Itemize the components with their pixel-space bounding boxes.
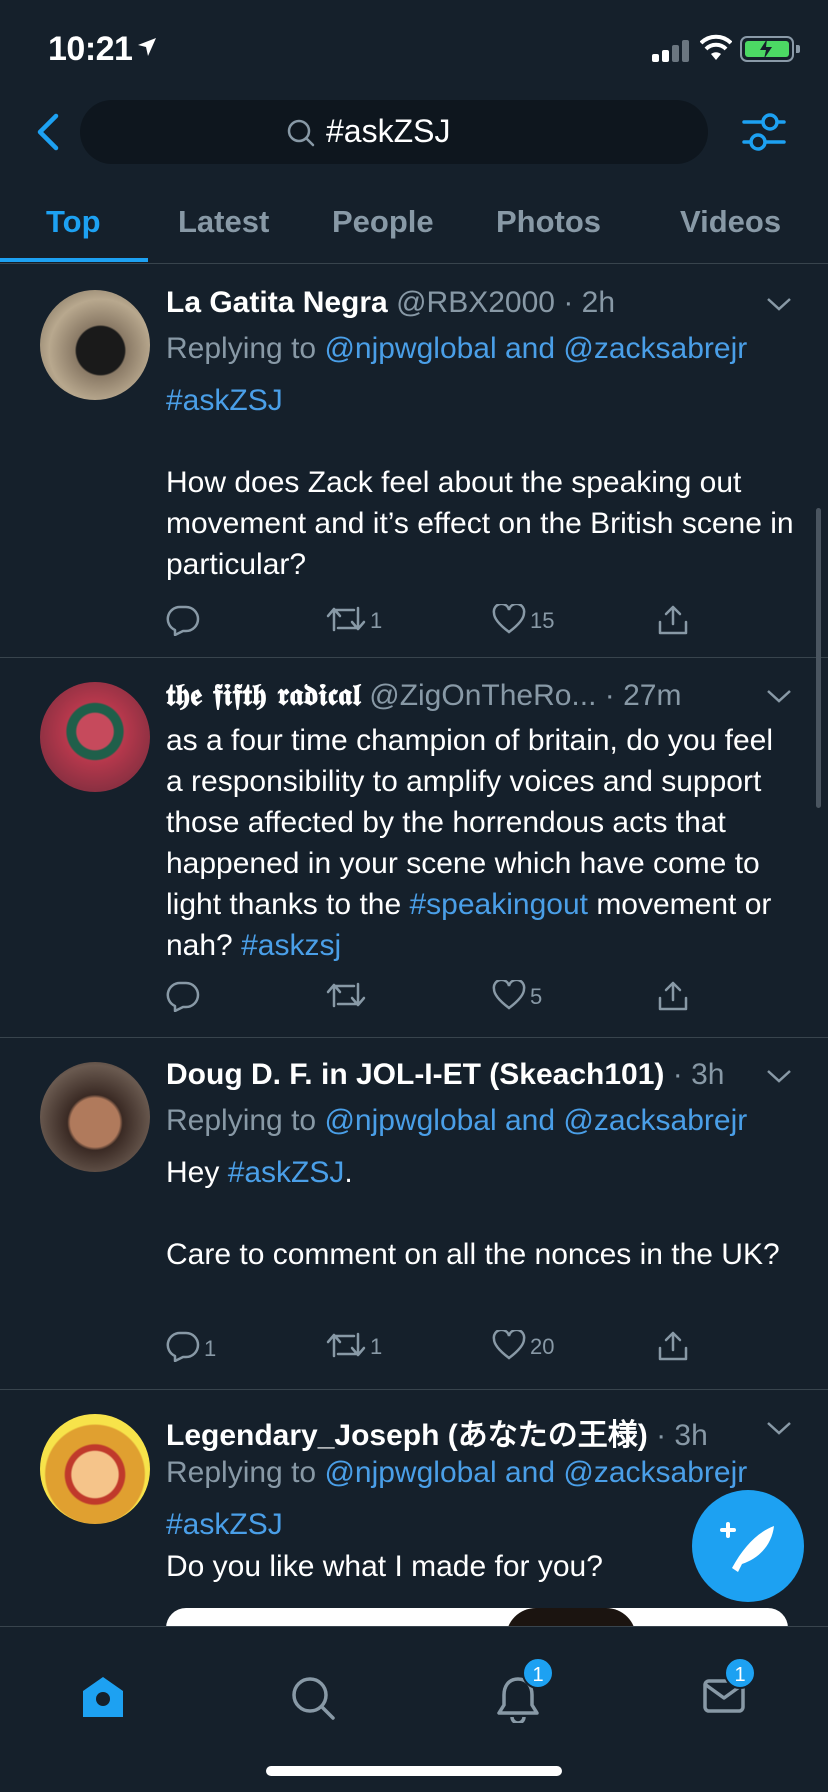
avatar[interactable]: [40, 1414, 150, 1524]
reply-button[interactable]: [166, 604, 204, 636]
chevron-down-icon[interactable]: [764, 686, 794, 706]
like-count: 5: [530, 984, 543, 1009]
author-name[interactable]: Doug D. F. in JOL-I-ET (Skeach101): [166, 1058, 664, 1091]
tweet-text-part: .: [344, 1156, 353, 1189]
status-bar: 10:21: [0, 0, 828, 96]
like-button[interactable]: 20: [492, 1330, 554, 1360]
tab-photos[interactable]: Photos: [496, 204, 601, 240]
wifi-icon: [700, 34, 732, 60]
location-arrow-icon: [138, 38, 156, 56]
share-button[interactable]: [656, 980, 690, 1012]
battery-icon: [740, 36, 800, 62]
compose-quill-icon: [720, 1522, 774, 1572]
tweet-time: · 2h: [563, 286, 616, 319]
retweet-icon: [326, 1332, 366, 1358]
chevron-down-icon[interactable]: [764, 1418, 794, 1438]
compose-tweet-button[interactable]: [692, 1490, 804, 1602]
tweet-time: · 3h: [672, 1058, 725, 1091]
replying-to-link[interactable]: @njpwglobal and @zacksabrejr: [324, 1104, 747, 1137]
hashtag-link[interactable]: #askzsj: [241, 929, 341, 962]
retweet-button[interactable]: 1: [326, 604, 382, 634]
search-icon[interactable]: [290, 1675, 336, 1721]
tab-top[interactable]: Top: [46, 204, 101, 240]
avatar[interactable]: [40, 290, 150, 400]
reply-icon: [166, 981, 200, 1012]
hashtag-link[interactable]: #askZSJ: [228, 1156, 345, 1189]
reply-icon: [166, 605, 200, 636]
replying-to-link[interactable]: @njpwglobal and @zacksabrejr: [324, 332, 747, 365]
notifications-badge: 1: [522, 1657, 554, 1689]
reply-icon: [166, 1331, 200, 1362]
tab-people[interactable]: People: [332, 204, 434, 240]
replying-prefix: Replying to: [166, 1104, 325, 1137]
notifications-tab[interactable]: 1: [496, 1657, 554, 1725]
active-tab-indicator: [0, 258, 148, 262]
author-name[interactable]: La Gatita Negra: [166, 286, 388, 319]
back-arrow-icon[interactable]: [30, 110, 70, 154]
heart-icon: [492, 604, 526, 634]
scroll-indicator: [816, 508, 821, 808]
reply-button[interactable]: [166, 980, 204, 1012]
tweet-time: · 27m: [604, 679, 682, 712]
cellular-signal-icon: [652, 38, 690, 62]
tab-videos[interactable]: Videos: [680, 204, 781, 240]
hashtag-link[interactable]: #speakingout: [410, 888, 588, 921]
heart-icon: [492, 1330, 526, 1360]
tweet[interactable]: Doug D. F. in JOL-I-ET (Skeach101) · 3h …: [0, 1038, 828, 1390]
like-count: 20: [530, 1334, 555, 1359]
tweet-text: How does Zack feel about the speaking ou…: [166, 466, 794, 581]
reply-count: 1: [204, 1336, 217, 1361]
status-time: 10:21: [48, 30, 133, 68]
author-handle[interactable]: @ZigOnTheRo...: [369, 679, 596, 712]
share-icon: [658, 605, 688, 635]
tweet-text: as a four time champion of britain, do y…: [166, 720, 796, 966]
reply-button[interactable]: 1: [166, 1330, 216, 1362]
tweet-time: · 3h: [656, 1419, 708, 1452]
home-indicator: [266, 1766, 562, 1776]
hashtag-link[interactable]: #askZSJ: [166, 384, 283, 417]
tweet-text-part: Hey: [166, 1156, 228, 1189]
search-icon: [287, 119, 315, 147]
retweet-button[interactable]: [326, 980, 370, 1010]
heart-icon: [492, 980, 526, 1010]
replying-prefix: Replying to: [166, 1456, 325, 1489]
replying-prefix: Replying to: [166, 332, 325, 365]
author-name[interactable]: 𝖙𝖍𝖊 𝖋𝖎𝖋𝖙𝖍 𝖗𝖆𝖉𝖎𝖈𝖆𝖑: [166, 678, 361, 713]
author-name[interactable]: Legendary_Joseph (あなたの王様): [166, 1419, 648, 1452]
author-handle[interactable]: @RBX2000: [396, 286, 555, 319]
share-button[interactable]: [656, 604, 690, 636]
avatar[interactable]: [40, 1062, 150, 1172]
retweet-icon: [326, 982, 366, 1008]
share-button[interactable]: [656, 1330, 690, 1362]
search-tabs: Top Latest People Photos Videos: [0, 196, 828, 264]
tweet[interactable]: La Gatita Negra @RBX2000 · 2h Replying t…: [0, 266, 828, 658]
like-button[interactable]: 5: [492, 980, 542, 1010]
chevron-down-icon[interactable]: [764, 1066, 794, 1086]
messages-tab[interactable]: 1: [702, 1657, 756, 1725]
retweet-icon: [326, 606, 366, 632]
share-icon: [658, 981, 688, 1011]
tab-latest[interactable]: Latest: [178, 204, 269, 240]
home-icon[interactable]: [80, 1675, 126, 1719]
retweet-count: 1: [370, 1334, 383, 1359]
tweet[interactable]: 𝖙𝖍𝖊 𝖋𝖎𝖋𝖙𝖍 𝖗𝖆𝖉𝖎𝖈𝖆𝖑 @ZigOnTheRo... · 27m a…: [0, 658, 828, 1038]
search-filter-icon[interactable]: [740, 108, 788, 156]
replying-to-link[interactable]: @njpwglobal and @zacksabrejr: [324, 1456, 747, 1489]
chevron-down-icon[interactable]: [764, 294, 794, 314]
like-count: 15: [530, 608, 555, 633]
tweet-text: Care to comment on all the nonces in the…: [166, 1238, 780, 1271]
retweet-count: 1: [370, 608, 383, 633]
share-icon: [658, 1331, 688, 1361]
retweet-button[interactable]: 1: [326, 1330, 382, 1360]
hashtag-link[interactable]: #askZSJ: [166, 1508, 283, 1541]
like-button[interactable]: 15: [492, 604, 554, 634]
search-query[interactable]: #askZSJ: [326, 113, 450, 150]
messages-badge: 1: [724, 1657, 756, 1689]
avatar[interactable]: [40, 682, 150, 792]
